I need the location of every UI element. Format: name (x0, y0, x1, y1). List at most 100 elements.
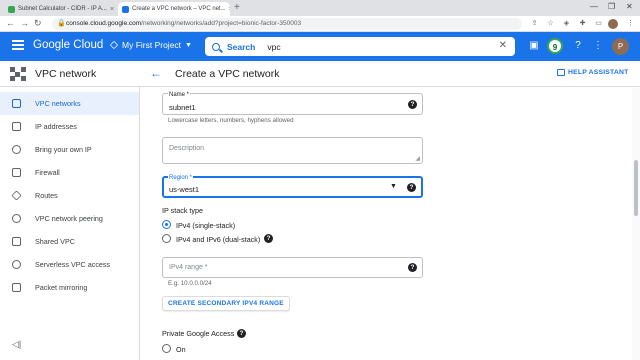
collapse-sidebar-icon[interactable]: ◁| (12, 339, 21, 350)
main-menu-icon[interactable] (12, 40, 24, 50)
browser-tab-create-vpc[interactable]: Create a VPC network – VPC net... × (118, 2, 230, 16)
ip-stack-type-title: IP stack type (162, 206, 204, 215)
ipv4-ipv6-dual-stack-label[interactable]: IPv4 and IPv6 (dual-stack) (176, 235, 260, 244)
forward-icon[interactable]: → (20, 18, 29, 28)
shared-vpc-icon (12, 237, 21, 246)
help-assistant-button[interactable]: HELP ASSISTANT (557, 69, 628, 76)
chevron-down-icon: ▼ (185, 41, 192, 49)
project-selector[interactable]: My First Project ▼ (109, 40, 192, 50)
product-title: VPC network (35, 68, 97, 80)
new-tab-icon[interactable]: + (234, 2, 240, 13)
scrollbar-track[interactable] (632, 88, 640, 360)
sidebar-item-vpc-networks[interactable]: VPC networks (0, 92, 139, 115)
packet-mirroring-icon (12, 283, 21, 292)
private-access-on-radio[interactable] (162, 344, 171, 353)
extensions-puzzle-icon[interactable]: ✚ (578, 19, 587, 28)
back-icon[interactable]: ← (6, 18, 15, 28)
project-name: My First Project (122, 40, 182, 50)
sidebar-item-ip-addresses[interactable]: IP addresses (0, 115, 139, 138)
clear-search-icon[interactable]: ✕ (499, 40, 507, 51)
page-header: VPC network ← Create a VPC network HELP … (0, 61, 640, 87)
ipv4-range-field[interactable]: IPv4 range * ? (162, 257, 423, 278)
create-vpc-form: Name * subnet1 ? Lowercase letters, numb… (141, 88, 640, 360)
region-select[interactable]: Region * us-west1 ▼ ? (162, 175, 423, 198)
ipv4-range-placeholder: IPv4 range * (169, 264, 208, 271)
search-icon (212, 42, 220, 51)
ipv4-single-stack-label[interactable]: IPv4 (single-stack) (176, 221, 235, 230)
sidebar-item-serverless-vpc-access[interactable]: Serverless VPC access (0, 253, 139, 276)
bookmark-star-icon[interactable]: ☆ (546, 19, 555, 28)
sidebar-item-firewall[interactable]: Firewall (0, 161, 139, 184)
maximize-icon[interactable]: ❐ (608, 2, 615, 11)
sidebar-item-label: VPC networks (35, 99, 81, 108)
scrollbar-thumb[interactable] (634, 160, 638, 216)
name-field-label: Name * (168, 92, 191, 98)
notifications-badge[interactable]: 9 (547, 38, 563, 54)
tab-favicon (122, 5, 129, 13)
ipv4-ipv6-dual-stack-radio[interactable] (162, 234, 171, 243)
ipv4-range-hint: E.g. 10.0.0.0/24 (168, 280, 212, 287)
back-arrow-icon[interactable]: ← (150, 66, 162, 80)
close-icon[interactable]: × (226, 6, 230, 13)
sidebar-item-label: Shared VPC (35, 237, 75, 246)
sidebar-item-label: Bring your own IP (35, 145, 92, 154)
project-icon (109, 40, 119, 50)
avatar[interactable]: P (612, 38, 629, 55)
sidebar-item-label: VPC network peering (35, 214, 103, 223)
sidebar-item-routes[interactable]: Routes (0, 184, 139, 207)
sidepanel-icon[interactable]: ▭ (594, 19, 603, 28)
tab-title: Subnet Calculator - CIDR - IP A... (18, 6, 107, 12)
search-bar[interactable]: Search vpc ✕ (205, 37, 515, 56)
sidebar-item-packet-mirroring[interactable]: Packet mirroring (0, 276, 139, 299)
browser-menu-icon[interactable]: ⋮ (626, 19, 635, 28)
sidebar-item-label: IP addresses (35, 122, 77, 131)
private-google-access-title: Private Google Access (162, 329, 235, 338)
search-input[interactable]: vpc (267, 42, 280, 52)
vpc-networks-icon (12, 99, 21, 108)
lock-icon: 🔒 (57, 20, 66, 27)
byoip-icon (12, 145, 21, 154)
description-field[interactable]: Description ◢ (162, 137, 423, 164)
vpc-network-product-icon (10, 67, 26, 81)
help-icon[interactable]: ? (571, 39, 585, 53)
minimize-icon[interactable]: — (590, 2, 598, 11)
help-icon[interactable]: ? (408, 263, 417, 272)
tab-favicon (8, 5, 15, 13)
sidebar-item-bring-your-own-ip[interactable]: Bring your own IP (0, 138, 139, 161)
google-cloud-logo[interactable]: Google Cloud (33, 39, 103, 51)
sidebar-item-label: Firewall (35, 168, 60, 177)
private-access-on-label[interactable]: On (176, 345, 186, 354)
close-icon[interactable]: × (107, 6, 114, 13)
region-field-label: Region * (168, 175, 194, 181)
resize-handle-icon[interactable]: ◢ (415, 155, 420, 162)
window-close-icon[interactable]: ✕ (626, 2, 633, 11)
routes-icon (11, 190, 22, 201)
ipv4-single-stack-radio[interactable] (162, 220, 171, 229)
name-hint: Lowercase letters, numbers, hyphens allo… (168, 117, 294, 124)
reload-icon[interactable]: ↻ (34, 18, 42, 29)
browser-tab-subnet-calculator[interactable]: Subnet Calculator - CIDR - IP A... × (4, 2, 116, 16)
help-icon[interactable]: ? (407, 183, 416, 192)
help-icon[interactable]: ? (264, 234, 273, 243)
help-icon[interactable]: ? (408, 100, 417, 109)
browser-profile-icon[interactable] (608, 19, 618, 29)
extension-icon[interactable]: ◈ (562, 19, 571, 28)
name-field[interactable]: Name * subnet1 ? (162, 92, 423, 115)
share-icon[interactable]: ⇪ (530, 19, 539, 28)
more-options-icon[interactable]: ⋮ (591, 39, 605, 53)
url-host: console.cloud.google.com (66, 20, 142, 27)
peering-icon (12, 214, 21, 223)
region-value: us-west1 (169, 185, 200, 194)
sidebar: VPC networks IP addresses Bring your own… (0, 87, 140, 360)
name-input[interactable]: subnet1 (169, 103, 196, 112)
address-bar[interactable]: 🔒 console.cloud.google.com/networking/ne… (52, 18, 522, 30)
tab-title: Create a VPC network – VPC net... (132, 6, 226, 12)
help-assistant-icon (557, 69, 565, 76)
search-label: Search (227, 41, 256, 52)
create-secondary-ipv4-range-button[interactable]: CREATE SECONDARY IPV4 RANGE (162, 296, 290, 311)
sidebar-item-vpc-network-peering[interactable]: VPC network peering (0, 207, 139, 230)
chevron-down-icon: ▼ (390, 183, 397, 190)
help-icon[interactable]: ? (237, 329, 246, 338)
sidebar-item-shared-vpc[interactable]: Shared VPC (0, 230, 139, 253)
cloud-shell-icon[interactable]: ▣ (527, 39, 541, 53)
